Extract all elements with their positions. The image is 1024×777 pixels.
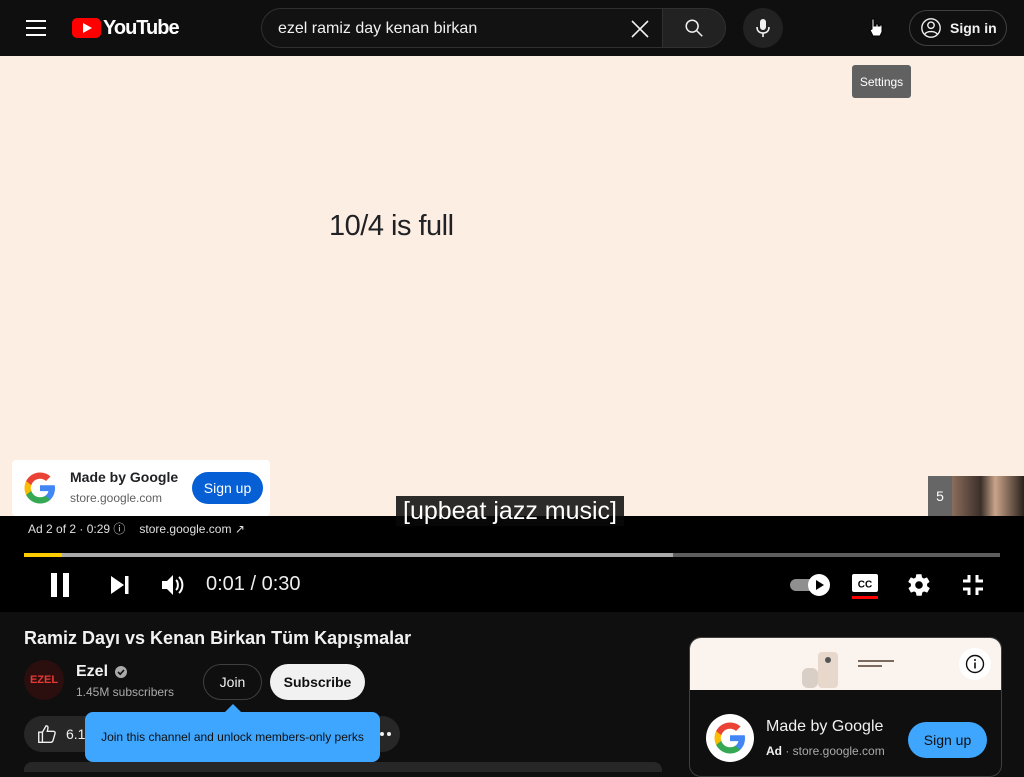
search-input[interactable] xyxy=(278,18,618,40)
settings-button[interactable] xyxy=(902,566,936,604)
ad-overlay-card[interactable]: Made by Google store.google.com Sign up xyxy=(12,460,270,516)
search-button[interactable] xyxy=(662,8,726,48)
ad-card-url: store.google.com xyxy=(70,491,163,505)
clear-search-icon[interactable] xyxy=(624,13,656,45)
volume-button[interactable] xyxy=(156,566,190,604)
logo-wordmark: YouTube xyxy=(103,16,180,39)
ad-url-link[interactable]: store.google.com ↗ xyxy=(139,522,244,536)
microphone-icon xyxy=(756,19,770,37)
external-link-icon: ↗ xyxy=(234,521,245,536)
ad-label: Ad xyxy=(766,744,782,758)
masthead: YouTube Sign in xyxy=(0,0,1024,56)
ad-headline: 10/4 is full xyxy=(329,210,454,242)
like-count: 6.1 xyxy=(66,726,86,742)
gear-icon xyxy=(908,574,930,596)
verified-check-icon xyxy=(115,666,128,678)
subscriber-count: 1.45M subscribers xyxy=(76,685,175,699)
side-ad-card[interactable]: Made by Google Ad · store.google.com Sig… xyxy=(689,637,1002,777)
up-next-image xyxy=(952,476,1024,516)
hand-cursor-icon xyxy=(869,18,883,37)
join-perks-tooltip: Join this channel and unlock members-onl… xyxy=(85,704,380,762)
info-icon[interactable]: ⓘ xyxy=(113,522,125,536)
google-logo-icon xyxy=(706,714,754,762)
side-ad-meta: Ad · store.google.com xyxy=(766,744,885,758)
sign-in-button[interactable]: Sign in xyxy=(909,10,1007,46)
ad-info-bar: Ad 2 of 2 · 0:29 ⓘ store.google.com ↗ xyxy=(28,520,245,537)
autoplay-toggle[interactable] xyxy=(788,566,832,604)
ad-position-label: Ad 2 of 2 · 0:29 ⓘ xyxy=(28,522,126,536)
side-ad-url: store.google.com xyxy=(792,744,885,758)
progress-bar[interactable] xyxy=(24,553,1000,557)
google-logo-icon xyxy=(24,472,55,504)
menu-icon[interactable] xyxy=(20,16,52,40)
ad-video-frame[interactable]: 10/4 is full Made by Google store.google… xyxy=(0,56,1024,516)
video-player[interactable]: 10/4 is full Made by Google store.google… xyxy=(0,56,1024,612)
autoplay-toggle-icon xyxy=(790,574,830,596)
ad-card-title: Made by Google xyxy=(70,469,179,485)
svg-text:CC: CC xyxy=(858,580,872,591)
sign-in-label: Sign in xyxy=(950,20,997,36)
settings-tooltip: Settings xyxy=(852,65,911,98)
captions-button[interactable]: CC xyxy=(848,566,882,604)
exit-fullscreen-button[interactable] xyxy=(956,566,990,604)
side-ad-banner-image xyxy=(802,652,894,688)
time-display: 0:01 / 0:30 xyxy=(206,573,301,595)
info-circle-icon xyxy=(965,654,985,674)
thumbs-up-icon xyxy=(38,725,56,743)
side-ad-signup-button[interactable]: Sign up xyxy=(908,722,987,758)
voice-search-button[interactable] xyxy=(743,8,783,48)
channel-name: Ezel xyxy=(76,663,109,680)
youtube-play-icon xyxy=(72,18,101,38)
captions-icon: CC xyxy=(852,574,878,599)
channel-avatar[interactable]: EZEL xyxy=(24,660,64,700)
account-icon xyxy=(921,18,941,38)
progress-buffered xyxy=(24,553,674,557)
ad-info-icon[interactable] xyxy=(959,648,991,680)
exit-fullscreen-icon xyxy=(963,575,983,595)
ad-card-signup-button[interactable]: Sign up xyxy=(192,472,263,504)
join-button[interactable]: Join xyxy=(203,664,262,700)
skip-next-icon xyxy=(111,576,129,594)
pause-button[interactable] xyxy=(42,566,78,604)
video-title: Ramiz Dayı vs Kenan Birkan Tüm Kapışmala… xyxy=(24,628,412,648)
settings-cursor-button[interactable] xyxy=(860,12,892,44)
up-next-thumbnail[interactable]: 5 xyxy=(928,476,1024,516)
progress-played xyxy=(24,553,63,557)
volume-icon xyxy=(162,575,184,595)
caption-text: [upbeat jazz music] xyxy=(396,496,624,526)
youtube-logo[interactable]: YouTube xyxy=(72,16,180,39)
ad-separator: · xyxy=(782,744,793,758)
side-ad-title[interactable]: Made by Google xyxy=(766,718,883,736)
channel-name-link[interactable]: Ezel xyxy=(76,663,128,681)
search-box xyxy=(261,8,663,48)
search-icon xyxy=(685,19,703,37)
side-ad-banner[interactable] xyxy=(690,638,1001,690)
description-box[interactable] xyxy=(24,762,662,772)
subscribe-button[interactable]: Subscribe xyxy=(270,664,365,700)
pause-icon xyxy=(51,573,69,597)
next-button[interactable] xyxy=(104,566,136,604)
up-next-count: 5 xyxy=(928,476,952,516)
